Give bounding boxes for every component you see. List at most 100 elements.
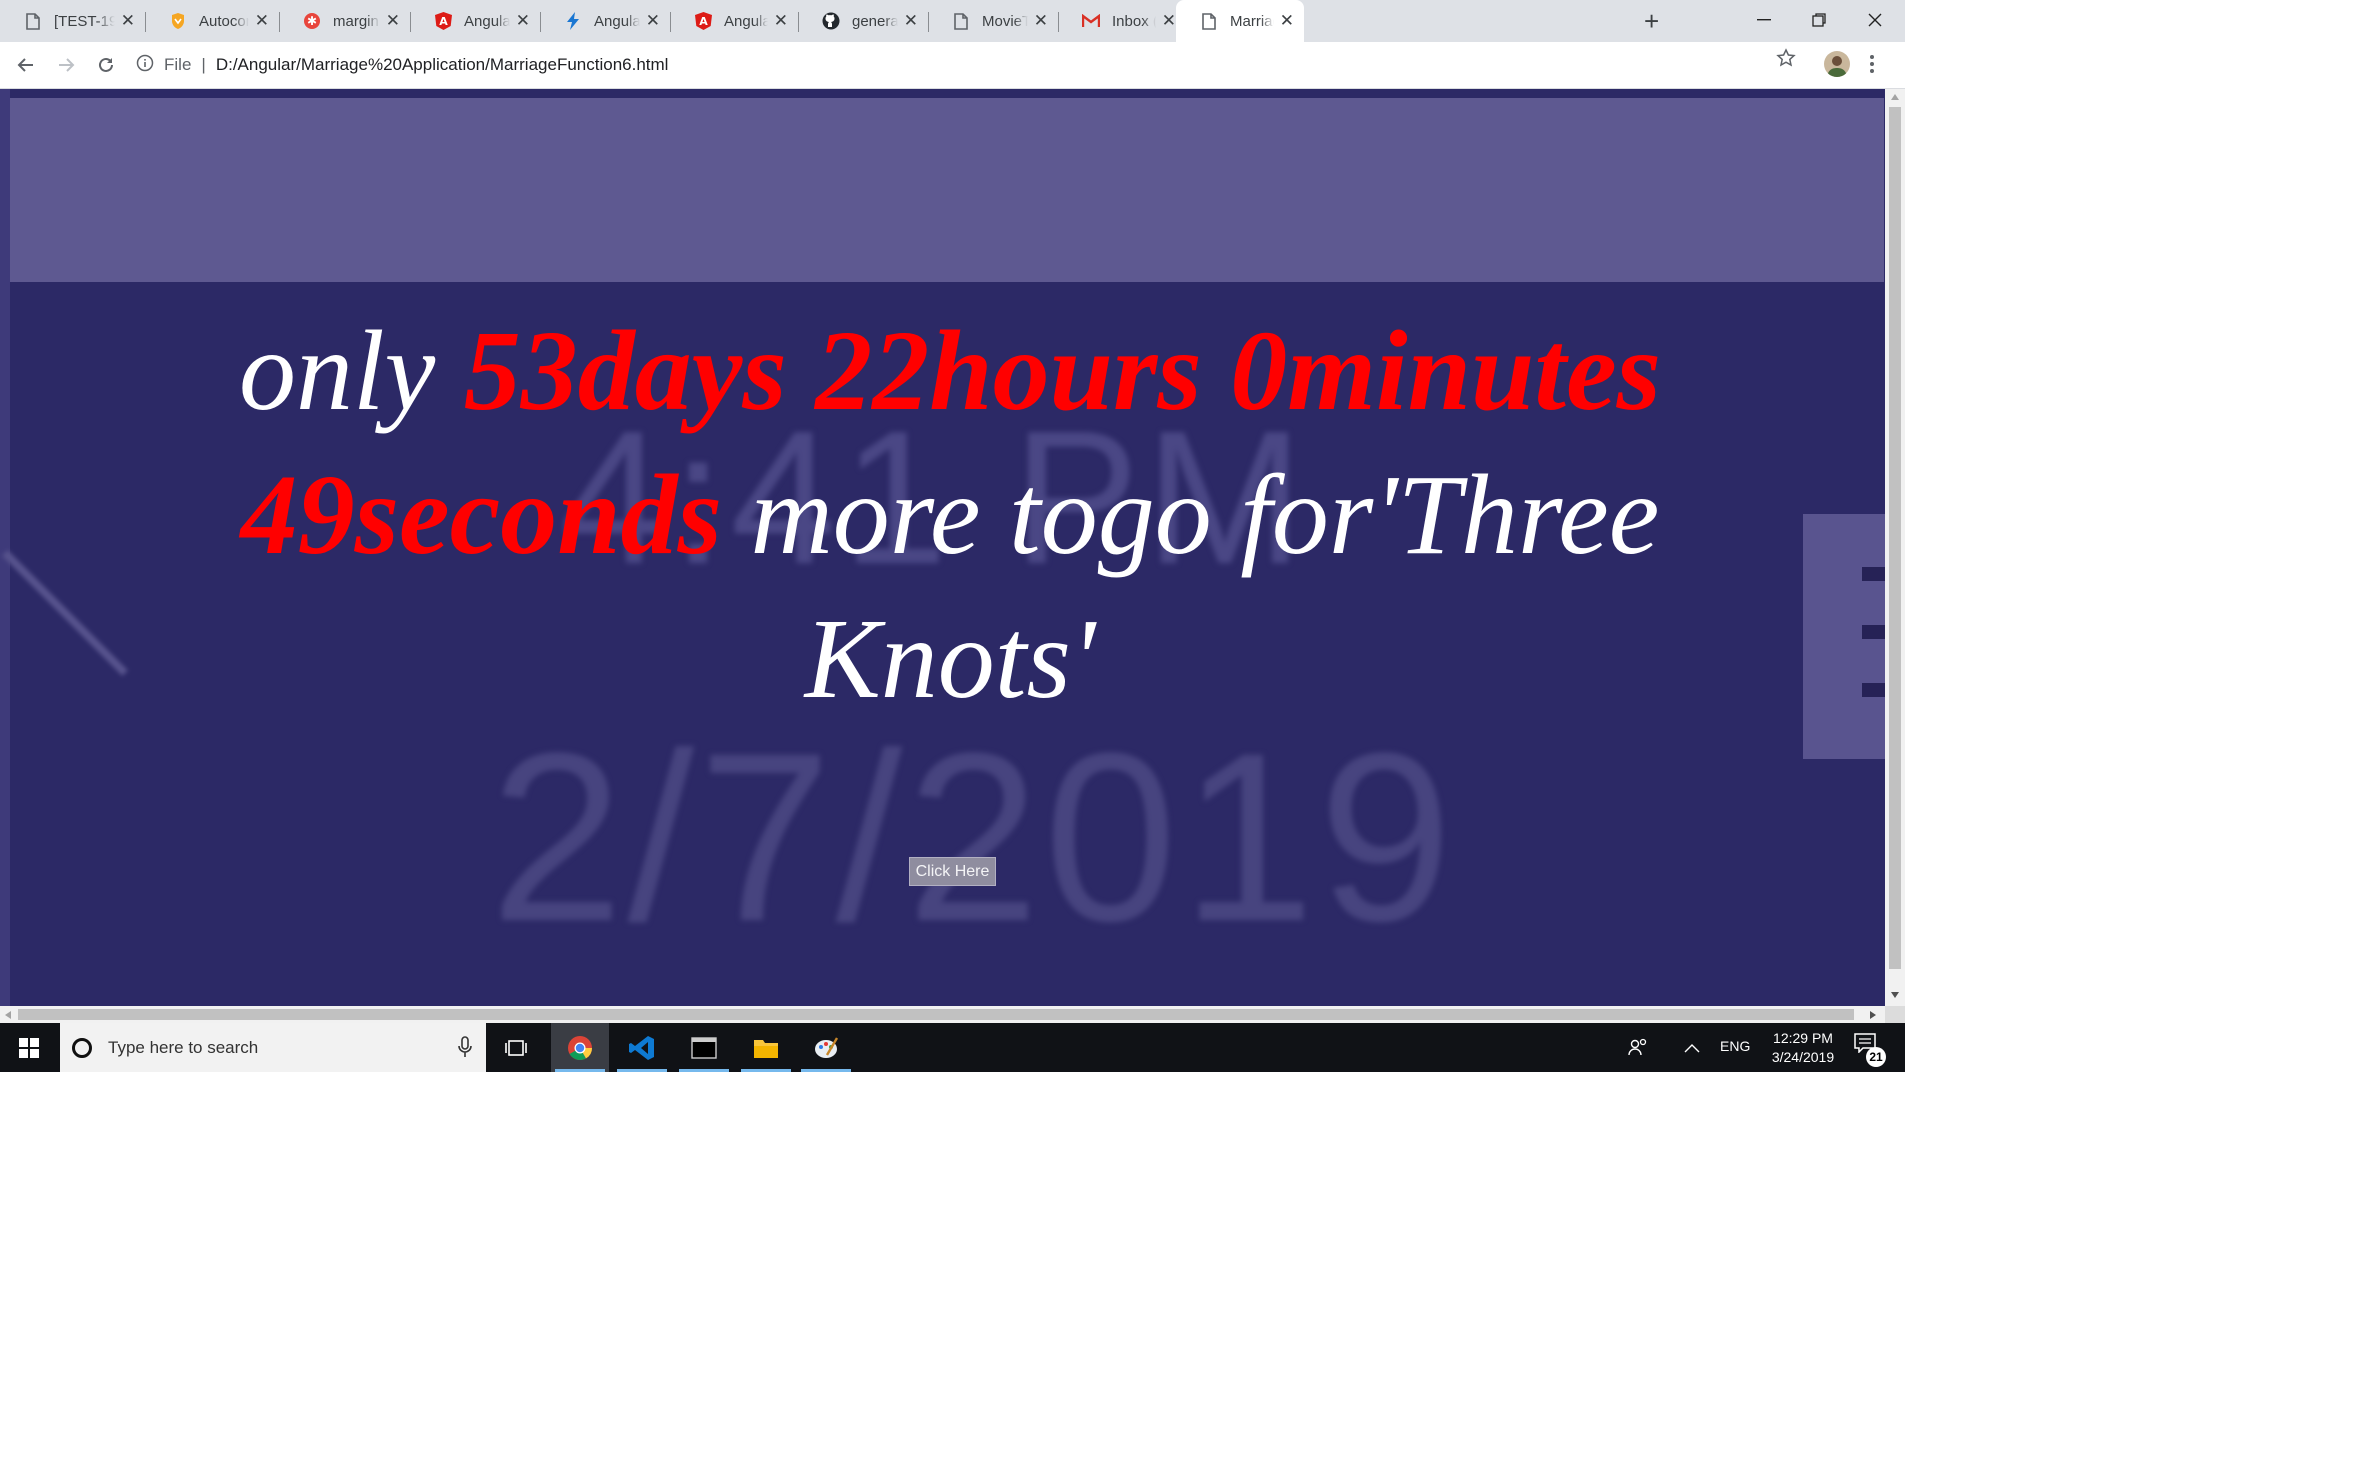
css-tricks-icon: ✱: [303, 12, 321, 30]
forward-button[interactable]: [50, 49, 82, 81]
page-border: [0, 89, 10, 1006]
background-header-band: [10, 98, 1884, 282]
horizontal-scroll-thumb[interactable]: [18, 1009, 1854, 1020]
background-dash: [1862, 683, 1885, 697]
screen: [TEST-19784 ✕ Autocomplete ✕ ✱ margin | …: [0, 0, 1905, 1072]
countdown-prefix: only: [238, 307, 464, 434]
vertical-scrollbar[interactable]: [1885, 89, 1905, 1006]
address-divider: |: [201, 55, 206, 74]
start-button[interactable]: [0, 1023, 58, 1072]
close-icon[interactable]: ✕: [516, 11, 530, 31]
tab-test[interactable]: [TEST-19784 ✕: [0, 0, 145, 42]
close-icon[interactable]: ✕: [1034, 11, 1048, 31]
angular-icon: A: [694, 12, 712, 30]
clock[interactable]: 12:29 PM 3/24/2019: [1768, 1029, 1838, 1067]
vertical-scroll-thumb[interactable]: [1889, 107, 1901, 969]
active-indicator: [617, 1069, 667, 1072]
close-icon[interactable]: ✕: [904, 11, 918, 31]
tab-marriage-invitation[interactable]: Marriage Inv ✕: [1176, 0, 1304, 42]
tab-title: margin | CSS: [333, 12, 380, 30]
close-icon[interactable]: ✕: [386, 11, 400, 31]
document-icon: [1200, 12, 1218, 30]
search-placeholder: Type here to search: [108, 1037, 259, 1057]
info-icon[interactable]: [136, 54, 154, 77]
vscode-icon: [629, 1035, 654, 1060]
close-icon[interactable]: ✕: [1280, 11, 1294, 31]
task-view-icon: [505, 1039, 527, 1056]
tab-margin-css[interactable]: ✱ margin | CSS ✕: [279, 0, 410, 42]
click-here-button[interactable]: Click Here: [909, 857, 996, 886]
scroll-up-icon[interactable]: [1891, 94, 1899, 100]
reload-button[interactable]: [90, 49, 122, 81]
scroll-down-icon[interactable]: [1891, 992, 1899, 998]
bookmark-star-icon[interactable]: [1776, 48, 1796, 73]
tab-movieticket[interactable]: MovieTicket ✕: [928, 0, 1058, 42]
background-line: [2, 550, 128, 676]
tab-angular-cli[interactable]: A Angular CLI ✕: [670, 0, 798, 42]
taskbar-vscode[interactable]: [613, 1023, 671, 1072]
restore-button[interactable]: [1792, 2, 1846, 38]
close-icon[interactable]: ✕: [774, 11, 788, 31]
taskbar-paint[interactable]: [797, 1023, 855, 1072]
people-icon[interactable]: [1628, 1037, 1650, 1062]
active-indicator: [679, 1069, 729, 1072]
close-window-button[interactable]: [1848, 2, 1902, 38]
scroll-right-icon[interactable]: [1870, 1011, 1876, 1019]
microphone-icon[interactable]: [458, 1036, 472, 1063]
menu-icon[interactable]: [1868, 50, 1876, 83]
close-icon[interactable]: ✕: [1162, 11, 1176, 31]
tab-angular-example[interactable]: Angular Exam ✕: [540, 0, 670, 42]
taskbar-search[interactable]: Type here to search: [60, 1023, 486, 1072]
clock-date: 3/24/2019: [1771, 1049, 1835, 1065]
terminal-icon: [691, 1036, 717, 1059]
cortana-icon: [72, 1037, 92, 1058]
profile-avatar[interactable]: [1824, 51, 1850, 77]
address-bar[interactable]: File | D:/Angular/Marriage%20Application…: [136, 47, 1786, 83]
horizontal-scrollbar[interactable]: [0, 1006, 1885, 1023]
active-indicator: [801, 1069, 851, 1072]
github-icon: [822, 12, 840, 30]
chevron-up-icon[interactable]: [1684, 1040, 1700, 1058]
page-content: 4:41 PM 2/7/2019 only 53days 22hours 0mi…: [0, 89, 1885, 1006]
document-icon: [952, 12, 970, 30]
clock-time: 12:29 PM: [1773, 1030, 1833, 1046]
taskbar-chrome[interactable]: [551, 1023, 609, 1072]
active-indicator: [741, 1069, 791, 1072]
task-view-button[interactable]: [487, 1023, 545, 1072]
scheme-label: File: [164, 55, 192, 74]
close-icon[interactable]: ✕: [121, 11, 135, 31]
scrollbar-corner: [1885, 1006, 1905, 1023]
browser-toolbar: File | D:/Angular/Marriage%20Application…: [0, 42, 1905, 89]
tab-title: Angular CLI: [724, 12, 768, 30]
back-button[interactable]: [10, 49, 42, 81]
scroll-left-icon[interactable]: [5, 1011, 11, 1019]
tab-title: Inbox (5) - p: [1112, 12, 1156, 30]
minimize-button[interactable]: [1737, 2, 1791, 38]
background-date-text: 2/7/2019: [490, 703, 1457, 971]
windows-taskbar: Type here to search ENG 12:29 PM 3/24/20…: [0, 1023, 1905, 1072]
tab-inbox[interactable]: Inbox (5) - p ✕: [1058, 0, 1186, 42]
taskbar-terminal[interactable]: [675, 1023, 733, 1072]
paint-icon: [815, 1036, 839, 1058]
close-icon[interactable]: ✕: [255, 11, 269, 31]
folder-icon: [754, 1039, 778, 1058]
tab-strip: [TEST-19784 ✕ Autocomplete ✕ ✱ margin | …: [0, 0, 1905, 42]
tab-title: Marriage Inv: [1230, 12, 1274, 30]
tab-autocomplete[interactable]: Autocomplete ✕: [145, 0, 279, 42]
taskbar-file-explorer[interactable]: [737, 1023, 795, 1072]
svg-text:A: A: [439, 15, 448, 28]
tab-title: [TEST-19784: [54, 12, 115, 30]
close-icon[interactable]: ✕: [646, 11, 660, 31]
new-tab-button[interactable]: +: [1644, 6, 1659, 37]
tab-angular-tutorial[interactable]: A Angular - Tu ✕: [410, 0, 540, 42]
tab-generate-component[interactable]: generate con ✕: [798, 0, 928, 42]
svg-text:✱: ✱: [307, 14, 317, 28]
tab-title: Autocomplete: [199, 12, 249, 30]
windows-logo-icon: [19, 1037, 39, 1058]
tab-title: generate con: [852, 12, 898, 30]
background-dash: [1862, 567, 1885, 581]
url-text[interactable]: D:/Angular/Marriage%20Application/Marria…: [216, 55, 669, 75]
document-icon: [24, 12, 42, 30]
active-indicator: [555, 1069, 605, 1072]
language-indicator[interactable]: ENG: [1720, 1038, 1750, 1054]
